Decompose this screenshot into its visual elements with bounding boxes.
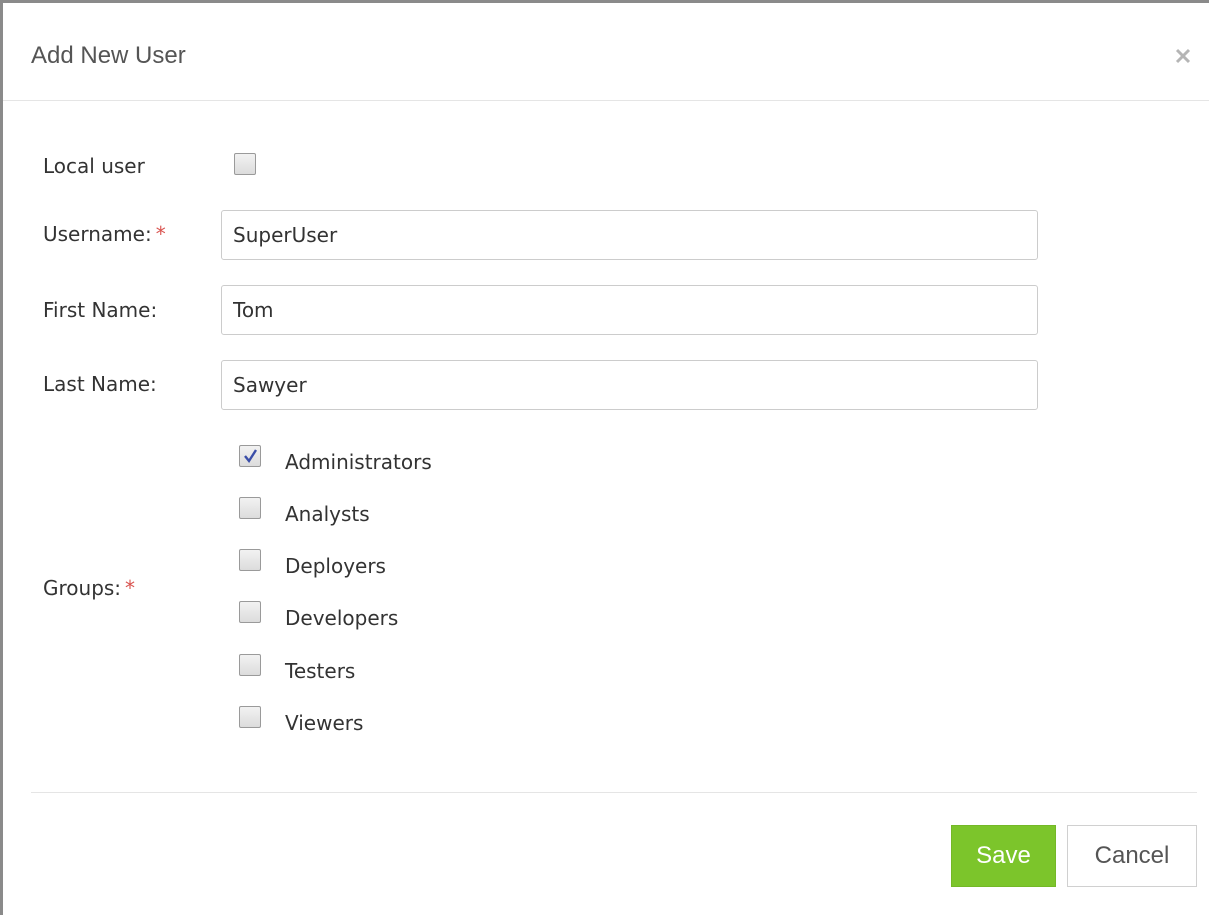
username-input[interactable] — [221, 210, 1038, 260]
group-checkbox-analysts[interactable] — [239, 497, 261, 519]
local-user-label: Local user — [43, 154, 145, 178]
group-label-testers: Testers — [285, 659, 356, 683]
username-label: Username: * — [43, 221, 166, 247]
last-name-label: Last Name: — [43, 372, 157, 396]
group-checkbox-developers[interactable] — [239, 601, 261, 623]
dialog-title: Add New User — [31, 42, 186, 69]
add-user-dialog: Add New User Local user Username:* First… — [0, 0, 1209, 915]
groups-label: Groups: * — [43, 575, 135, 601]
close-icon — [1175, 48, 1191, 64]
group-label-administrators: Administrators — [285, 450, 432, 474]
footer-divider — [31, 792, 1197, 793]
check-icon — [244, 449, 258, 464]
required-marker: * — [125, 576, 136, 600]
first-name-input[interactable] — [221, 285, 1038, 335]
group-checkbox-testers[interactable] — [239, 654, 261, 676]
groups-label-text: Groups: — [43, 576, 122, 600]
username-label-text: Username: — [43, 222, 152, 246]
dialog-header: Add New User — [3, 3, 1209, 101]
group-label-developers: Developers — [285, 606, 399, 630]
save-button[interactable]: Save — [951, 825, 1056, 887]
close-button[interactable] — [1168, 41, 1198, 71]
required-marker: * — [155, 222, 166, 246]
group-label-viewers: Viewers — [285, 711, 364, 735]
group-label-analysts: Analysts — [285, 502, 370, 526]
group-checkbox-viewers[interactable] — [239, 706, 261, 728]
last-name-input[interactable] — [221, 360, 1038, 410]
first-name-label: First Name: — [43, 298, 158, 322]
group-label-deployers: Deployers — [285, 554, 386, 578]
group-checkbox-deployers[interactable] — [239, 549, 261, 571]
local-user-checkbox[interactable] — [234, 153, 256, 175]
group-checkbox-administrators[interactable] — [239, 445, 261, 467]
cancel-button[interactable]: Cancel — [1067, 825, 1197, 887]
